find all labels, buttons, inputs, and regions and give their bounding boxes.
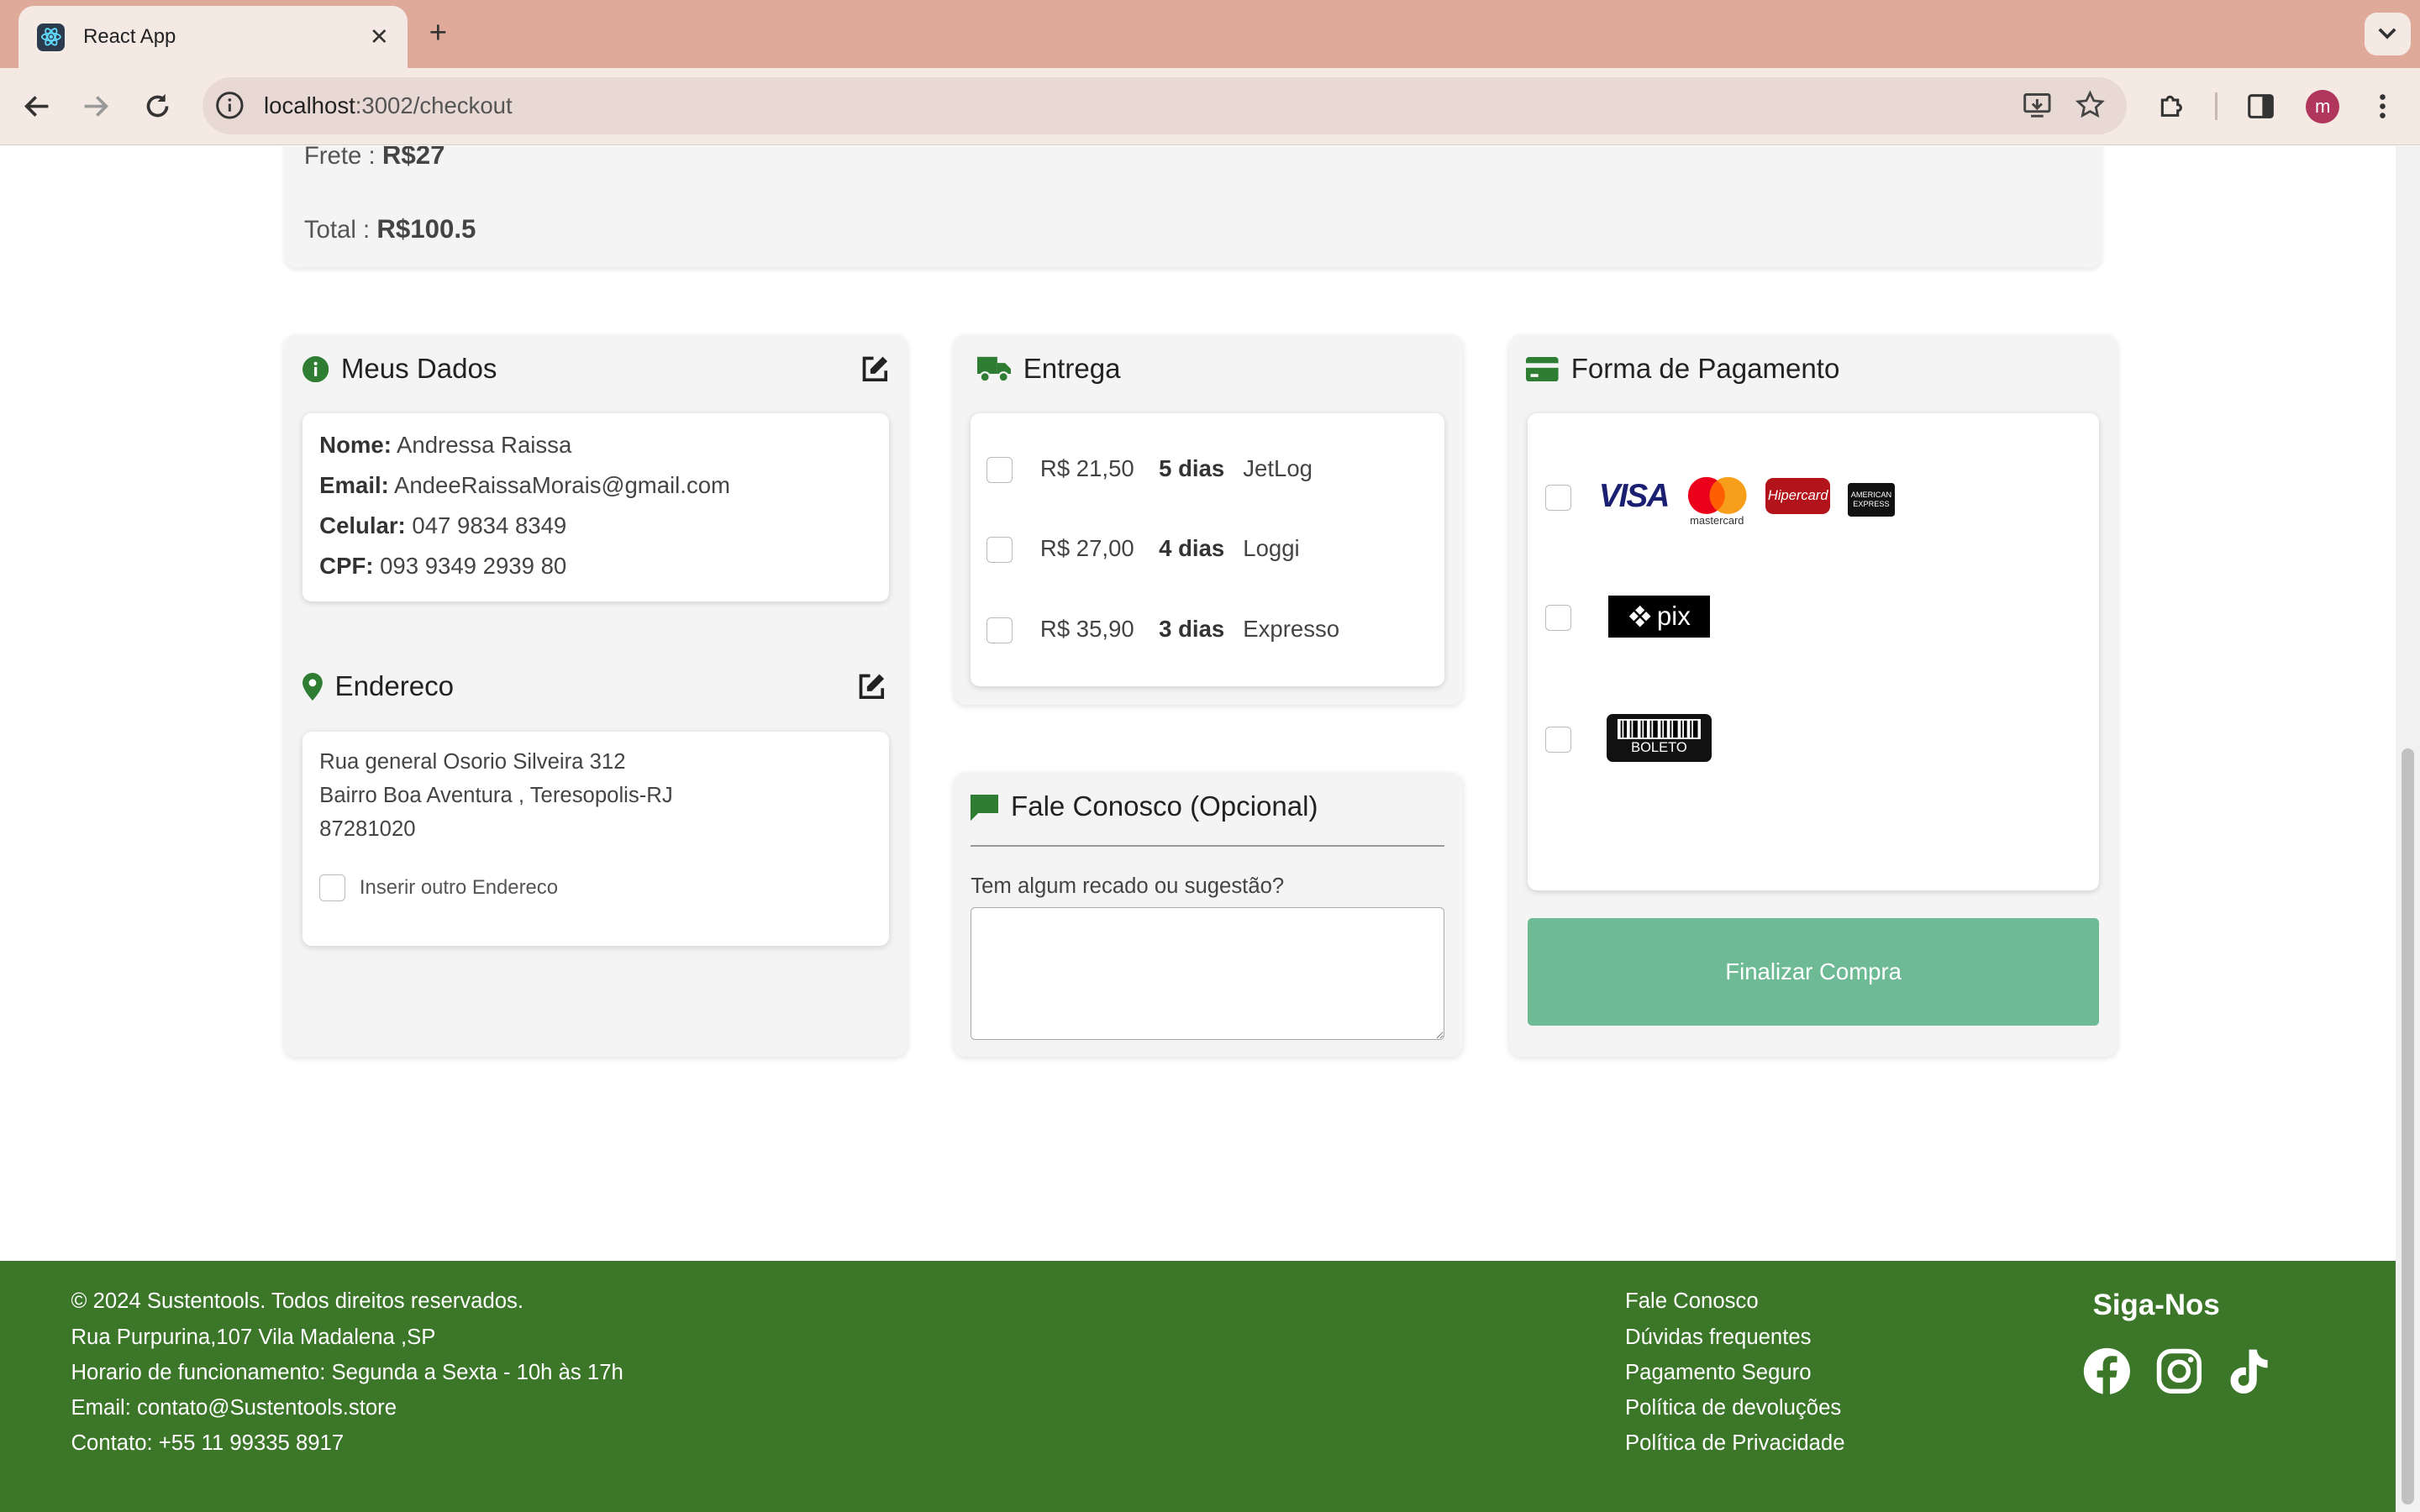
outro-endereco-label: Inserir outro Endereco [359,876,558,900]
footer-contact: Contato: +55 11 99335 8917 [71,1431,345,1456]
reload-icon[interactable] [139,88,176,125]
hipercard-logo: Hipercard [1765,478,1831,514]
site-info-icon[interactable] [214,90,245,121]
browser-tab[interactable]: React App ✕ [18,6,408,68]
message-textarea[interactable] [971,906,1445,1040]
edit-dados-icon[interactable] [860,354,891,385]
endereco-header: Endereco [302,671,454,703]
close-tab-icon[interactable]: ✕ [370,24,389,50]
endereco-line1: Rua general Osorio Silveira 312 [319,749,626,774]
total-row: Total : R$100.5 [303,214,476,244]
entrega-title: Entrega [1023,353,1121,385]
dados-box: Nome: Andressa Raissa Email: AndeeRaissa… [302,413,889,602]
footer-address: Rua Purpurina,107 Vila Madalena ,SP [71,1325,436,1349]
browser-tab-strip: React App ✕ + [0,0,2420,68]
profile-avatar[interactable]: m [2306,89,2340,123]
meus-dados-header: Meus Dados [302,354,497,386]
tiktok-icon[interactable] [2226,1347,2278,1399]
entrega-options: R$ 21,50 5 dias JetLog R$ 27,00 4 dias L… [971,413,1445,687]
instagram-icon[interactable] [2154,1347,2207,1399]
footer-hours: Horario de funcionamento: Segunda a Sext… [71,1360,623,1384]
pix-payment-checkbox[interactable] [1544,604,1571,632]
celular-line: Celular: 047 9834 8349 [319,512,567,538]
boleto-payment-checkbox[interactable] [1544,727,1571,753]
fale-divider [971,845,1445,848]
page-viewport: Frete : R$27 Total : R$100.5 Meus Dados … [0,146,2396,1512]
footer-link-devolucoes[interactable]: Política de devoluções [1625,1396,1841,1420]
facebook-icon[interactable] [2082,1347,2134,1399]
fale-conosco-card: Fale Conosco (Opcional) Tem algum recado… [954,773,1464,1058]
site-footer: © 2024 Sustentools. Todos direitos reser… [0,1260,2396,1512]
siga-nos-heading: Siga-Nos [2092,1288,2220,1321]
fale-header: Fale Conosco (Opcional) [971,791,1318,823]
scrollbar-thumb[interactable] [2401,748,2414,1504]
email-line: Email: AndeeRaissaMorais@gmail.com [319,471,730,498]
side-panel-icon[interactable] [2243,88,2280,125]
info-icon [302,355,329,383]
extensions-icon[interactable] [2153,88,2190,125]
frete-row: Frete : R$27 [303,146,445,171]
customer-card: Meus Dados Nome: Andressa Raissa Email: … [283,334,908,1058]
finalizar-compra-button[interactable]: Finalizar Compra [1528,917,2099,1026]
footer-copyright: © 2024 Sustentools. Todos direitos reser… [71,1289,524,1314]
credit-card-icon [1526,356,1560,382]
fale-title: Fale Conosco (Opcional) [1011,791,1318,823]
payment-options: VISA mastercard Hipercard AMERICAN EXPRES… [1528,413,2099,890]
tab-title: React App [83,25,176,49]
nome-line: Nome: Andressa Raissa [319,432,572,459]
forward-arrow-icon[interactable] [77,88,114,125]
react-logo-icon [37,23,66,51]
endereco-title: Endereco [334,670,454,702]
url-text: localhost:3002/checkout [264,92,513,118]
footer-link-privacidade[interactable]: Política de Privacidade [1625,1431,1844,1456]
endereco-box: Rua general Osorio Silveira 312 Bairro B… [302,731,889,946]
address-bar[interactable]: localhost:3002/checkout [202,76,2127,134]
footer-link-fale[interactable]: Fale Conosco [1625,1289,1759,1314]
footer-link-duvidas[interactable]: Dúvidas frequentes [1625,1326,1811,1350]
toolbar-divider [2214,92,2218,121]
shipping-checkbox[interactable] [986,456,1013,483]
pix-logo: pix [1607,595,1711,638]
map-pin-icon [302,673,323,701]
visa-logo: VISA [1598,478,1670,515]
browser-toolbar: localhost:3002/checkout m [0,67,2420,145]
pagamento-title: Forma de Pagamento [1570,353,1840,385]
back-arrow-icon[interactable] [18,88,55,125]
mastercard-logo: mastercard [1686,475,1748,528]
shipping-checkbox[interactable] [986,537,1013,564]
card-payment-checkbox[interactable] [1544,484,1571,511]
truck-icon [976,355,1012,383]
entrega-header: Entrega [976,353,1121,386]
new-tab-icon[interactable]: + [429,15,447,50]
meus-dados-title: Meus Dados [340,353,497,385]
endereco-line2: Bairro Boa Aventura , Teresopolis-RJ [319,784,673,808]
order-summary: Frete : R$27 Total : R$100.5 [283,146,2102,267]
edit-endereco-icon[interactable] [856,671,887,702]
cpf-line: CPF: 093 9349 2939 80 [319,552,567,579]
shipping-option[interactable]: R$ 21,50 5 dias JetLog [986,455,1313,483]
browser-menu-icon[interactable] [2365,88,2402,125]
footer-link-pagamento[interactable]: Pagamento Seguro [1625,1361,1812,1385]
install-app-icon[interactable] [2022,90,2053,128]
bookmark-star-icon[interactable] [2075,90,2106,128]
outro-endereco-checkbox[interactable] [319,874,346,901]
shipping-checkbox[interactable] [986,617,1013,643]
endereco-line3: 87281020 [319,817,416,842]
footer-email: Email: contato@Sustentools.store [71,1396,397,1420]
boleto-logo: BOLETO [1606,714,1712,763]
page-scrollbar[interactable] [2395,146,2420,1512]
shipping-option[interactable]: R$ 35,90 3 dias Expresso [986,616,1339,643]
tab-search-icon[interactable] [2364,12,2411,56]
shipping-option[interactable]: R$ 27,00 4 dias Loggi [986,535,1300,564]
pagamento-header: Forma de Pagamento [1526,354,1839,386]
chat-bubble-icon [971,794,999,821]
fale-prompt: Tem algum recado ou sugestão? [971,874,1285,899]
entrega-card: Entrega R$ 21,50 5 dias JetLog R$ 27,00 … [954,334,1464,706]
amex-logo: AMERICAN EXPRESS [1847,482,1896,517]
